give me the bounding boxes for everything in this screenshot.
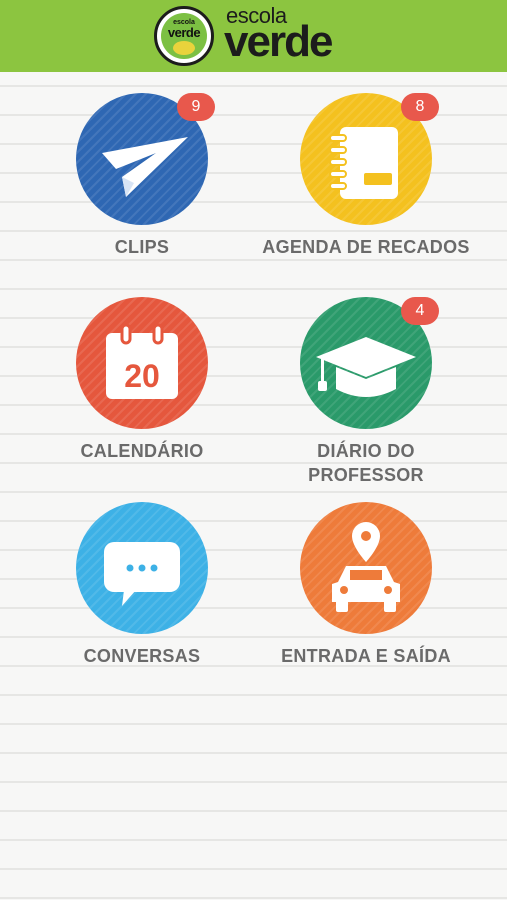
diario-label-text: DIÁRIO DO PROFESSOR xyxy=(308,441,424,485)
brand-main-text: verde xyxy=(224,17,333,66)
tile-conversas[interactable]: CONVERSAS xyxy=(32,502,252,702)
calendario-label: CALENDÁRIO xyxy=(80,441,204,461)
clips-label: CLIPS xyxy=(114,237,170,257)
tile-entrada-e-saida[interactable]: ENTRADA E SAÍDA xyxy=(256,502,476,702)
entrada-label: ENTRADA E SAÍDA xyxy=(281,646,451,666)
tile-agenda-de-recados[interactable]: 8 AGENDA DE RECADOS xyxy=(256,93,476,293)
tile-clips[interactable]: 9 CLIPS xyxy=(32,93,252,293)
diario-label: DIÁRIO DO PROFESSOR xyxy=(256,439,476,487)
car-location-icon xyxy=(332,522,400,612)
conversas-label: CONVERSAS xyxy=(83,646,201,666)
agenda-label: AGENDA DE RECADOS xyxy=(262,237,470,257)
school-logo-badge: escola verde xyxy=(154,6,214,66)
tile-calendario[interactable]: 20 CALENDÁRIO xyxy=(32,297,252,497)
tile-diario-do-professor[interactable]: 4 DIÁRIO DO PROFESSOR xyxy=(256,297,476,497)
agenda-badge: 8 xyxy=(401,93,439,121)
diario-badge: 4 xyxy=(401,297,439,325)
header-bar: escola verde escola verde xyxy=(0,0,507,72)
chat-bubble-icon xyxy=(104,542,180,606)
logo-globe-icon xyxy=(173,41,195,55)
calendario-circle: 20 xyxy=(76,297,208,429)
calendar-day-text: 20 xyxy=(124,358,160,394)
entrada-circle xyxy=(300,502,432,634)
clips-badge: 9 xyxy=(177,93,215,121)
conversas-circle xyxy=(76,502,208,634)
logo-badge-line2: verde xyxy=(167,25,201,40)
calendar-icon: 20 xyxy=(106,323,178,399)
